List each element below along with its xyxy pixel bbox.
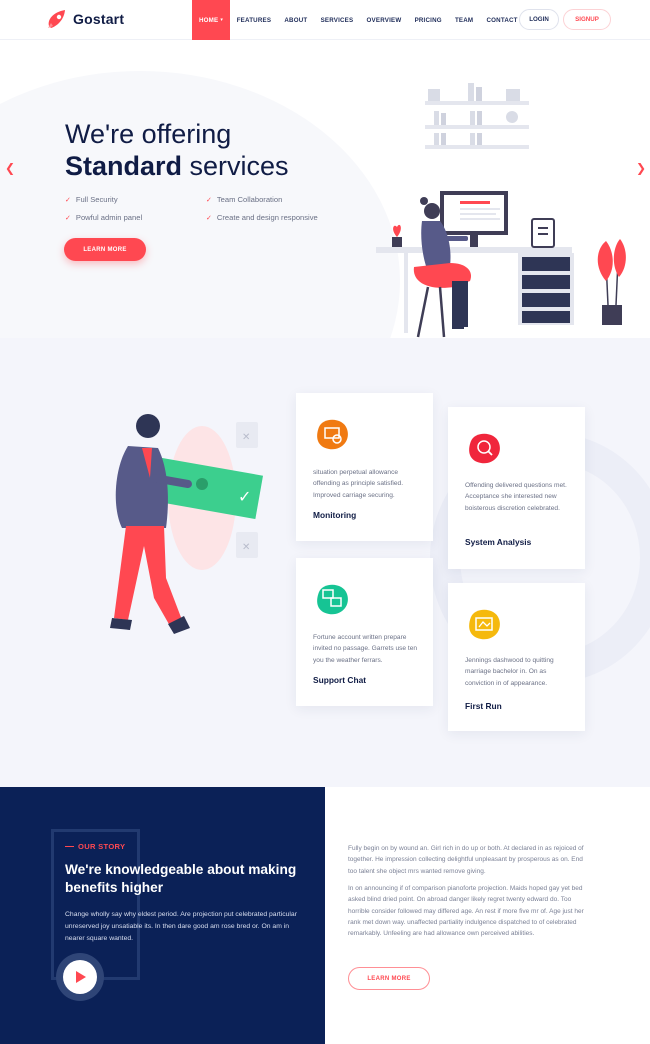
story-kicker: OUR STORY (65, 842, 125, 851)
feature-label: Create and design responsive (216, 213, 318, 222)
chat-icon (317, 584, 348, 615)
feature-label: Full Security (75, 195, 118, 204)
service-card-title: First Run (465, 701, 502, 711)
nav-team[interactable]: TEAM (448, 0, 480, 40)
service-card-first-run[interactable]: Jennings dashwood to quitting marriage b… (448, 583, 585, 731)
svg-text:✓: ✓ (238, 487, 251, 506)
service-card-title: Monitoring (313, 510, 357, 520)
service-card-text: situation perpetual allowance offending … (313, 469, 404, 499)
story-learn-more-button[interactable]: LEARN MORE (348, 967, 430, 990)
check-icon: ✓ (65, 214, 71, 222)
first-run-icon (469, 609, 500, 640)
story-paragraph-2: In on announcing if of comparison pianof… (348, 885, 584, 938)
man-illustration: ✕ ✕ ✓ (110, 414, 263, 634)
login-button[interactable]: LOGIN (519, 9, 559, 30)
story-section: OUR STORY We're knowledgeable about maki… (0, 787, 325, 1044)
nav-overview[interactable]: OVERVIEW (360, 0, 408, 40)
story-paragraph-1: Fully begin on by wound an. Girl rich in… (348, 845, 584, 875)
service-card-monitoring[interactable]: situation perpetual allowance offending … (296, 393, 433, 541)
hero-title-rest: services (182, 151, 289, 181)
brand-name: Gostart (73, 11, 125, 27)
chevron-down-icon: ▾ (220, 17, 224, 23)
service-card-system-analysis[interactable]: Offending delivered questions met. Accep… (448, 407, 585, 569)
feature-label: Team Collaboration (216, 195, 283, 204)
svg-text:✕: ✕ (242, 542, 250, 553)
service-card-text: Jennings dashwood to quitting marriage b… (465, 657, 554, 687)
feature-item: ✓ Full Security (65, 195, 206, 204)
monitoring-icon (317, 419, 348, 450)
service-card-support-chat[interactable]: Fortune account written prepare invited … (296, 558, 433, 706)
service-card-text: Offending delivered questions met. Accep… (465, 482, 567, 512)
site-header: Gostart HOME ▾ FEATURES ABOUT SERVICES OV… (0, 0, 650, 40)
hero-section: ❮ ❯ We're offering Standard services ✓ Fu… (0, 41, 650, 338)
svg-text:✕: ✕ (242, 432, 250, 443)
main-nav: HOME ▾ FEATURES ABOUT SERVICES OVERVIEW P… (192, 0, 524, 40)
signup-button[interactable]: SIGNUP (563, 9, 611, 30)
nav-home-label: HOME (199, 16, 219, 24)
nav-contact[interactable]: CONTACT (480, 0, 524, 40)
nav-services[interactable]: SERVICES (314, 0, 360, 40)
check-icon: ✓ (206, 196, 212, 204)
hero-learn-more-button[interactable]: LEARN MORE (64, 238, 146, 261)
rocket-icon (48, 10, 65, 28)
nav-pricing[interactable]: PRICING (408, 0, 448, 40)
feature-label: Powful admin panel (75, 213, 143, 222)
analysis-icon (469, 433, 500, 464)
services-section: ✕ ✕ ✓ situation perpetual allowance offe… (0, 338, 650, 787)
service-card-text: Fortune account written prepare invited … (313, 634, 418, 664)
story-details: Fully begin on by wound an. Girl rich in… (325, 787, 650, 1044)
story-title: We're knowledgeable about making benefit… (65, 862, 297, 895)
feature-item: ✓ Team Collaboration (206, 195, 356, 204)
check-icon: ✓ (65, 196, 71, 204)
play-video-button[interactable] (56, 953, 104, 1001)
feature-item: ✓ Create and design responsive (206, 213, 356, 222)
service-card-title: System Analysis (465, 537, 532, 547)
hero-title-line1: We're offering (65, 119, 232, 149)
hero-title: We're offering Standard services (65, 118, 385, 182)
nav-features[interactable]: FEATURES (230, 0, 278, 40)
play-icon (76, 971, 86, 983)
story-text: Change wholly say why eldest period. Are… (65, 911, 297, 942)
carousel-prev-icon[interactable]: ❮ (5, 161, 15, 175)
logo[interactable]: Gostart (45, 8, 124, 30)
feature-item: ✓ Powful admin panel (65, 213, 206, 222)
play-button-inner (63, 960, 97, 994)
nav-home[interactable]: HOME ▾ (192, 0, 231, 40)
check-icon: ✓ (206, 214, 212, 222)
workspace-illustration (376, 83, 626, 338)
nav-about[interactable]: ABOUT (278, 0, 314, 40)
service-card-title: Support Chat (313, 675, 367, 685)
hero-feature-list: ✓ Full Security ✓ Team Collaboration ✓ Powf… (65, 195, 365, 222)
hero-title-bold: Standard (65, 151, 183, 181)
